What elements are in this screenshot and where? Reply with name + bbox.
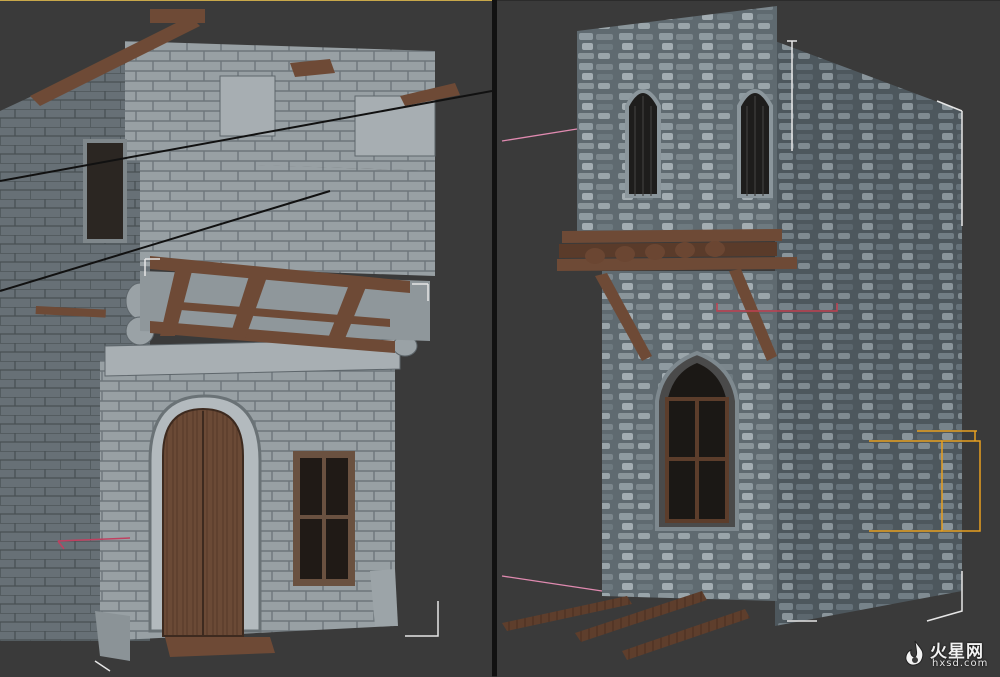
fire-star-logo-icon: [905, 640, 924, 666]
right-viewport[interactable]: 火星网 hxsd.com: [497, 0, 1000, 677]
watermark-en-text: hxsd.com: [932, 658, 989, 669]
house-model-render: [0, 9, 492, 672]
left-viewport[interactable]: [0, 0, 492, 677]
tower-model-render: [501, 6, 981, 660]
watermark: 火星网 hxsd.com: [902, 635, 994, 675]
